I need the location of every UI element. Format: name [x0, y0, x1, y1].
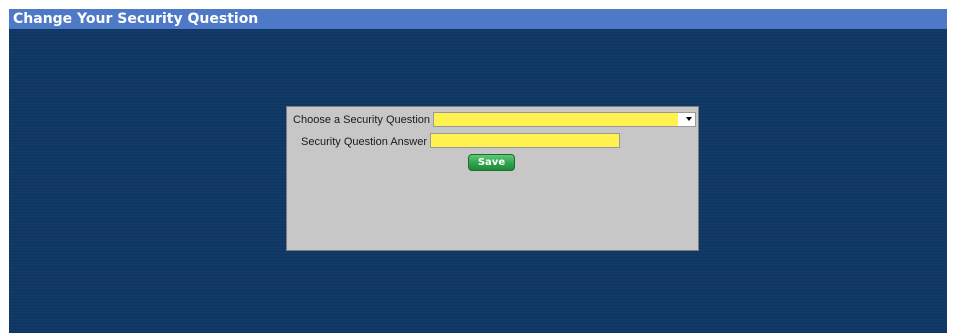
security-question-window: Change Your Security Question Choose a S… — [9, 9, 947, 333]
security-answer-input[interactable] — [430, 133, 620, 148]
security-answer-label: Security Question Answer — [301, 136, 427, 148]
page-title: Change Your Security Question — [13, 11, 259, 27]
security-question-select[interactable] — [433, 112, 696, 127]
title-bar: Change Your Security Question — [9, 9, 947, 29]
security-question-selected-value[interactable] — [434, 113, 678, 126]
save-button[interactable]: Save — [468, 154, 515, 171]
security-question-label: Choose a Security Question — [293, 114, 430, 126]
security-question-form: Choose a Security Question Security Ques… — [286, 106, 699, 251]
chevron-down-icon[interactable] — [686, 117, 692, 121]
